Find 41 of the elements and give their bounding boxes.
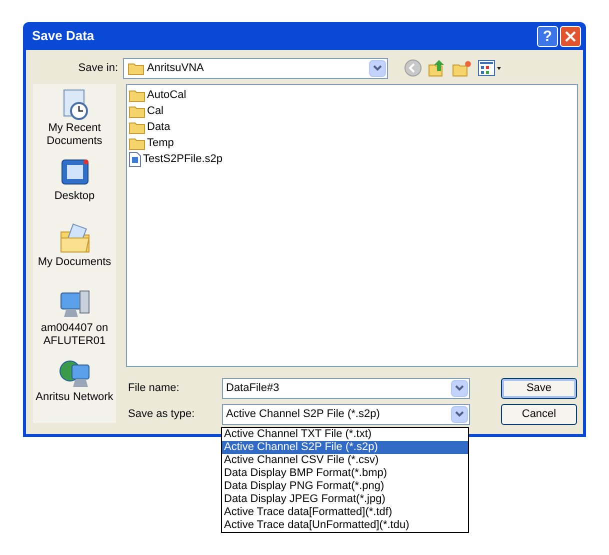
folder-icon [129,120,145,134]
save-in-label: Save in: [77,60,119,76]
close-button[interactable] [560,26,581,46]
file-name-label: File name: [127,380,180,396]
save-in-dropdown[interactable]: AnritsuVNA [123,58,388,78]
folder-icon [129,136,145,150]
type-option[interactable]: Data Display BMP Format(*.bmp) [222,467,468,480]
folder-item[interactable]: Cal [129,103,575,119]
window-title: Save Data [32,27,94,46]
save-button[interactable]: Save [501,378,577,398]
folder-icon [129,88,145,102]
close-icon [565,30,576,42]
place-label[interactable]: Anritsu Network [33,391,116,404]
new-folder-icon[interactable] [452,59,472,77]
folder-item[interactable]: Data [129,119,575,135]
type-option[interactable]: Data Display JPEG Format(*.jpg) [222,493,468,506]
type-option[interactable]: Active Channel CSV File (*.csv) [222,454,468,467]
folder-item[interactable]: Temp [129,135,575,151]
folder-icon [129,104,145,118]
back-icon[interactable] [404,59,422,77]
file-item[interactable]: TestS2PFile.s2p [129,151,575,167]
place-label[interactable]: Desktop [33,190,116,203]
type-option[interactable]: Data Display PNG Format(*.png) [222,480,468,493]
type-option[interactable]: Active Channel TXT File (*.txt) [222,428,468,441]
folder-icon [128,62,144,74]
folder-name: AnritsuVNA [147,60,205,76]
cancel-button[interactable]: Cancel [501,404,577,424]
save-as-type-label: Save as type: [127,406,196,422]
save-as-type-dropdown[interactable]: Active Channel S2P File (*.s2p) [222,404,470,424]
place-label[interactable]: My Documents [33,256,116,269]
up-folder-icon[interactable] [428,59,446,77]
document-icon [129,152,141,166]
type-option[interactable]: Active Channel S2P File (*.s2p) [222,441,468,454]
file-name-field[interactable]: DataFile#3 [222,378,470,398]
type-option[interactable]: Active Trace data[UnFormatted](*.tdu) [222,519,468,532]
place-label[interactable]: My Recent Documents [33,122,116,148]
view-menu-icon[interactable] [478,60,502,76]
type-option[interactable]: Active Trace data[Formatted](*.tdf) [222,506,468,519]
folder-item[interactable]: AutoCal [129,87,575,103]
help-button[interactable]: ? [537,26,558,46]
place-label[interactable]: am004407 on AFLUTER01 [33,322,116,348]
